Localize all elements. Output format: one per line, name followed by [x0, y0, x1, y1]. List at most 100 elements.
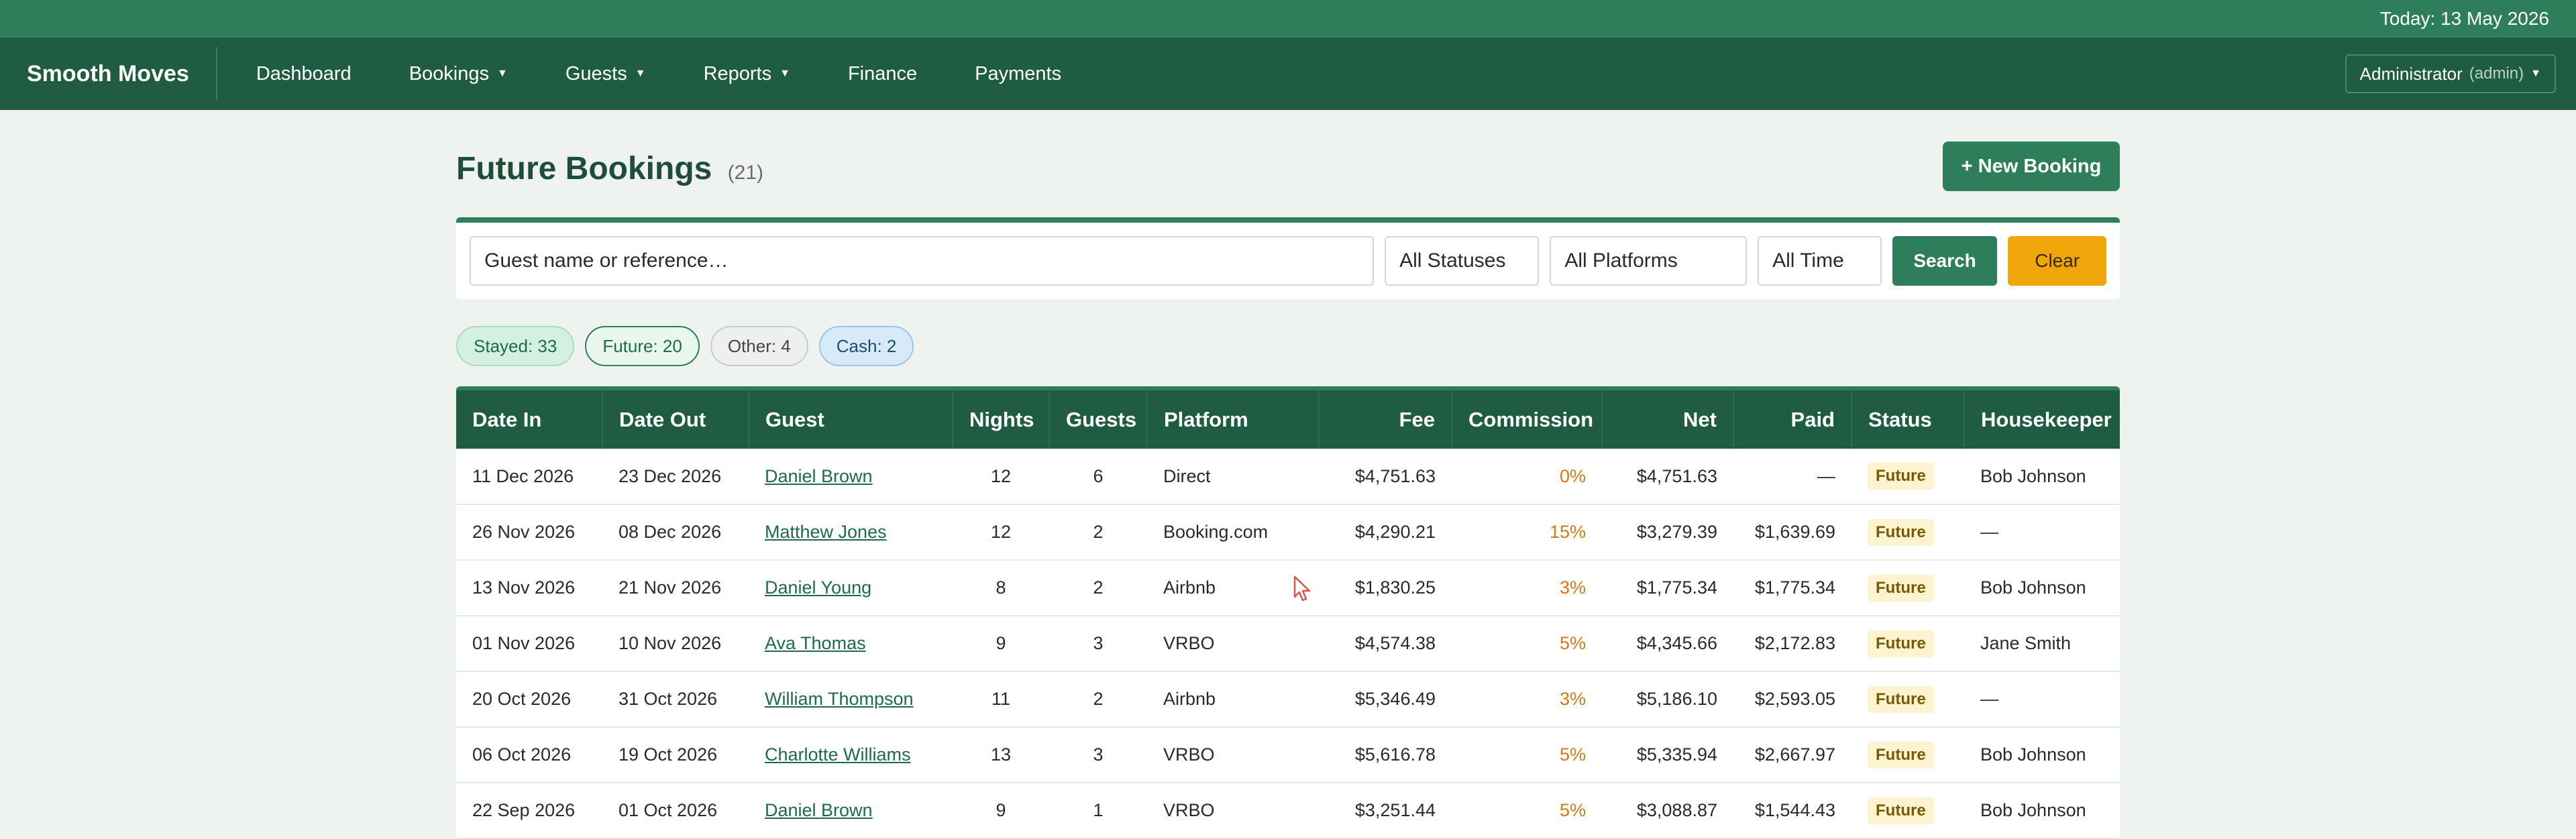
table-row[interactable]: 26 Nov 2026 08 Dec 2026 Matthew Jones 12 2 Bo…: [456, 504, 2120, 561]
nav-finance[interactable]: Finance: [829, 63, 936, 85]
nights-cell: 12: [953, 504, 1049, 561]
paid-cell: —: [1733, 449, 1851, 505]
net-cell: $4,751.63: [1602, 449, 1733, 505]
status-cell: Future: [1851, 783, 1964, 839]
nav-payments-label: Payments: [975, 62, 1062, 85]
guests-cell: 2: [1049, 504, 1147, 561]
table-header-row: Date In Date Out Guest Nights Guests Pla…: [456, 388, 2120, 449]
paid-cell: $2,172.83: [1733, 616, 1851, 672]
table-row[interactable]: 01 Nov 2026 10 Nov 2026 Ava Thomas 9 3 VRBO $4…: [456, 616, 2120, 672]
new-booking-button[interactable]: + New Booking: [1943, 142, 2120, 191]
guest-cell: Ava Thomas: [749, 616, 953, 672]
guest-name-link[interactable]: Matthew Jones: [765, 522, 887, 542]
status-cell: Future: [1851, 727, 1964, 783]
status-badge: Future: [1868, 518, 1934, 546]
col-date-out[interactable]: Date Out: [602, 388, 749, 449]
fee-cell: $5,616.78: [1319, 727, 1452, 783]
guests-cell: 3: [1049, 616, 1147, 672]
bookings-table-wrap: Date In Date Out Guest Nights Guests Pla…: [456, 386, 2120, 839]
commission-cell: 5%: [1452, 783, 1602, 839]
guest-cell: Daniel Brown: [749, 449, 953, 505]
nights-cell: 9: [953, 616, 1049, 672]
commission-cell: 3%: [1452, 671, 1602, 728]
table-row[interactable]: 22 Sep 2026 01 Oct 2026 Daniel Brown 9 1 VRBO…: [456, 783, 2120, 839]
time-select[interactable]: All Time: [1758, 236, 1882, 286]
fee-cell: $4,290.21: [1319, 504, 1452, 561]
col-paid[interactable]: Paid: [1733, 388, 1852, 449]
other-badge[interactable]: Other: 4: [710, 326, 808, 366]
guests-cell: 2: [1049, 560, 1147, 616]
col-guests[interactable]: Guests: [1049, 388, 1148, 449]
col-fee[interactable]: Fee: [1319, 388, 1452, 449]
date-in-cell: 20 Oct 2026: [456, 671, 602, 728]
caret-down-icon: ▼: [635, 68, 646, 79]
date-in-cell: 13 Nov 2026: [456, 560, 602, 616]
status-select[interactable]: All Statuses: [1385, 236, 1540, 286]
status-cell: Future: [1851, 449, 1964, 505]
guest-name-link[interactable]: Charlotte Williams: [765, 744, 911, 765]
platform-cell: VRBO: [1147, 616, 1319, 672]
nav-bookings[interactable]: Bookings ▼: [390, 63, 527, 85]
col-platform[interactable]: Platform: [1147, 388, 1320, 449]
status-badge: Future: [1868, 685, 1934, 713]
top-strip: Today: 13 May 2026: [0, 0, 2576, 38]
page-title: Future Bookings (21): [456, 150, 763, 187]
search-input[interactable]: Guest name or reference…: [470, 236, 1375, 286]
nav-reports[interactable]: Reports ▼: [685, 63, 809, 85]
platform-cell: Booking.com: [1147, 504, 1319, 561]
search-button[interactable]: Search: [1892, 236, 1998, 286]
paid-cell: $2,667.97: [1733, 727, 1851, 783]
platform-cell: VRBO: [1147, 727, 1319, 783]
guest-cell: William Thompson: [749, 671, 953, 728]
cash-badge[interactable]: Cash: 2: [818, 326, 914, 366]
guest-name-link[interactable]: Ava Thomas: [765, 633, 866, 653]
table-row[interactable]: 06 Oct 2026 19 Oct 2026 Charlotte Williams…: [456, 727, 2120, 783]
housekeeper-cell: Jane Smith: [1964, 616, 2120, 672]
nav-bookings-label: Bookings: [409, 62, 489, 85]
caret-down-icon: ▼: [2530, 68, 2541, 79]
col-status[interactable]: Status: [1851, 388, 1965, 449]
stayed-badge[interactable]: Stayed: 33: [456, 326, 575, 366]
today-date: Today: 13 May 2026: [2379, 8, 2549, 29]
date-out-cell: 01 Oct 2026: [602, 783, 749, 839]
nights-cell: 9: [953, 783, 1049, 839]
net-cell: $5,186.10: [1602, 671, 1733, 728]
guest-name-link[interactable]: Daniel Young: [765, 577, 871, 598]
platform-cell: Direct: [1147, 449, 1319, 505]
nav-dashboard[interactable]: Dashboard: [237, 63, 370, 85]
nights-cell: 13: [953, 727, 1049, 783]
future-badge[interactable]: Future: 20: [585, 326, 700, 366]
guest-name-link[interactable]: Daniel Brown: [765, 800, 873, 820]
page-title-text: Future Bookings: [456, 151, 712, 186]
clear-button[interactable]: Clear: [2008, 236, 2107, 286]
status-cell: Future: [1851, 560, 1964, 616]
commission-cell: 5%: [1452, 727, 1602, 783]
brand-logo[interactable]: Smooth Moves: [27, 47, 217, 101]
col-date-in[interactable]: Date In: [456, 388, 603, 449]
fee-cell: $1,830.25: [1319, 560, 1452, 616]
guest-name-link[interactable]: Daniel Brown: [765, 466, 873, 486]
guest-name-link[interactable]: William Thompson: [765, 689, 914, 709]
table-row[interactable]: 11 Dec 2026 23 Dec 2026 Daniel Brown 12 6 Dir…: [456, 449, 2120, 505]
nav-payments[interactable]: Payments: [956, 63, 1080, 85]
col-nights[interactable]: Nights: [953, 388, 1050, 449]
status-badge: Future: [1868, 630, 1934, 657]
nav-guests-label: Guests: [565, 62, 627, 85]
date-out-cell: 23 Dec 2026: [602, 449, 749, 505]
fee-cell: $5,346.49: [1319, 671, 1452, 728]
nav-guests[interactable]: Guests ▼: [547, 63, 665, 85]
col-guest[interactable]: Guest: [749, 388, 953, 449]
caret-down-icon: ▼: [497, 68, 508, 79]
table-row[interactable]: 20 Oct 2026 31 Oct 2026 William Thompson 11…: [456, 671, 2120, 728]
nav-finance-label: Finance: [847, 62, 918, 85]
table-row[interactable]: 13 Nov 2026 21 Nov 2026 Daniel Young 8 2 Airb…: [456, 560, 2120, 616]
col-commission[interactable]: Commission: [1452, 388, 1603, 449]
date-out-cell: 19 Oct 2026: [602, 727, 749, 783]
paid-cell: $2,593.05: [1733, 671, 1851, 728]
col-net[interactable]: Net: [1602, 388, 1734, 449]
date-in-cell: 01 Nov 2026: [456, 616, 602, 672]
platform-cell: VRBO: [1147, 783, 1319, 839]
platform-select[interactable]: All Platforms: [1550, 236, 1748, 286]
user-menu[interactable]: Administrator (admin) ▼: [2345, 54, 2556, 93]
col-housekeeper[interactable]: Housekeeper: [1964, 388, 2120, 449]
